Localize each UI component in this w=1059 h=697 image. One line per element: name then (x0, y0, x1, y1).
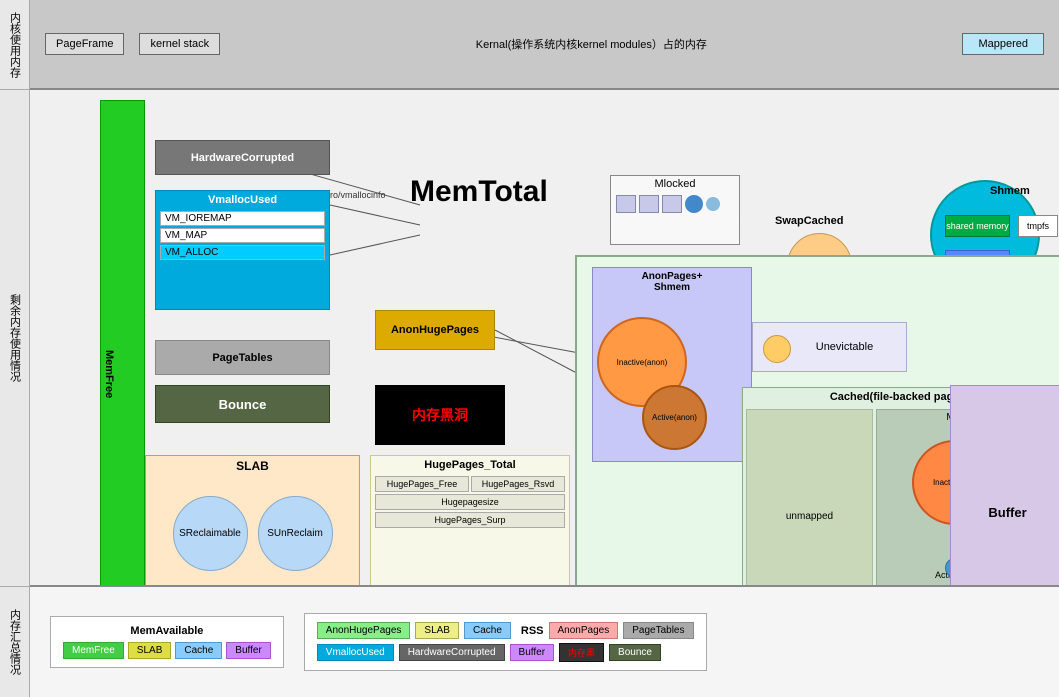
pageframe-box: PageFrame (45, 33, 124, 55)
inner-rss-badge: 内存黑 (559, 643, 604, 662)
mlocked-box: Mlocked (610, 175, 740, 245)
bounce-box: Bounce (155, 385, 330, 423)
unevictable-circle (763, 335, 791, 363)
mlocked-title: Mlocked (611, 176, 739, 192)
memavailable-summary: MemAvailable MemFree SLAB Cache Buffer (50, 616, 284, 668)
anonhugepages-box: AnonHugePages (375, 310, 495, 350)
mlocked-circle1 (685, 195, 703, 213)
pro-vmallocinfo-label: pro/vmallocinfo (325, 190, 386, 200)
vmalloc-title: VmallocUsed (156, 191, 329, 209)
buffer-box: Buffer (950, 385, 1059, 587)
mlocked-rect1 (616, 195, 636, 213)
hugepages-rsvd-item: HugePages_Rsvd (471, 476, 565, 492)
pagetables-rss-badge: PageTables (623, 622, 693, 639)
sunreclaim-circle: SUnReclaim (258, 496, 333, 571)
slab-container: SLAB SReclaimable SUnReclaim (145, 455, 360, 587)
anonhugepages-rss-badge: AnonHugePages (317, 622, 411, 639)
unmapped-box: unmapped (746, 409, 873, 587)
hardware-corrupted-box: HardwareCorrupted (155, 140, 330, 175)
shared-memory-box: shared memory (945, 215, 1010, 237)
hugepages-container: HugePages_Total HugePages_Free HugePages… (370, 455, 570, 587)
summary-memory-label: 内存汇总情况 (0, 587, 29, 697)
vm-ioremap-item: VM_IOREMAP (160, 211, 325, 226)
rss-row2: VmallocUsed HardwareCorrupted Buffer 内存黑… (317, 643, 694, 662)
buffer-badge: Buffer (226, 642, 271, 659)
slab-badge: SLAB (128, 642, 172, 659)
hugepagesize-item: Hugepagesize (375, 494, 565, 510)
sreclaimable-circle: SReclaimable (173, 496, 248, 571)
tmpfs-box: tmpfs (1018, 215, 1058, 237)
active-anon-circle: Active(anon) (642, 385, 707, 450)
slab-title: SLAB (146, 456, 359, 476)
memfree-bar (100, 100, 145, 587)
inner-memory-box: 内存黑洞 (375, 385, 505, 445)
mlocked-rect2 (639, 195, 659, 213)
vmallocused-rss-badge: VmallocUsed (317, 644, 394, 661)
kernel-memory-label: 内核使用内存 (0, 0, 29, 90)
vmalloc-used-box: VmallocUsed VM_IOREMAP VM_MAP VM_ALLOC (155, 190, 330, 310)
content-area: PageFrame kernel stack Kernal(操作系统内核kern… (30, 0, 1059, 697)
middle-section: MemFree HardwareCorrupted pro/vmallocinf… (30, 90, 1059, 587)
shmem-title: Shmem (990, 185, 1030, 197)
swapcached-label: SwapCached (775, 215, 843, 227)
mlocked-circle2 (706, 197, 720, 211)
left-labels: 内核使用内存 剩余内存使用情况 内存汇总情况 (0, 0, 30, 697)
hugepages-free-item: HugePages_Free (375, 476, 469, 492)
mlocked-rect3 (662, 195, 682, 213)
cache-badge: Cache (175, 642, 222, 659)
page-tables-box: PageTables (155, 340, 330, 375)
remaining-memory-label: 剩余内存使用情况 (0, 90, 29, 587)
buffer-rss-badge: Buffer (510, 644, 555, 661)
kernel-label: Kernal(操作系统内核kernel modules）占的内存 (235, 36, 947, 52)
hugepages-surp-item: HugePages_Surp (375, 512, 565, 528)
slab-rss-badge: SLAB (415, 622, 459, 639)
memavailable-title: MemAvailable (63, 625, 271, 637)
slab-circles: SReclaimable SUnReclaim (146, 496, 359, 571)
hwcorrupted-rss-badge: HardwareCorrupted (399, 644, 505, 661)
hugepages-row1: HugePages_Free HugePages_Rsvd (375, 476, 565, 492)
hugepages-title: HugePages_Total (371, 456, 569, 474)
rss-summary: AnonHugePages SLAB Cache RSS AnonPages P… (304, 613, 707, 671)
cache-rss-badge: Cache (464, 622, 511, 639)
mlocked-shapes (611, 192, 739, 216)
memfree-label: MemFree (103, 350, 115, 398)
memavailable-items: MemFree SLAB Cache Buffer (63, 642, 271, 659)
anonpages-rss-badge: AnonPages (549, 622, 619, 639)
main-container: 内核使用内存 剩余内存使用情况 内存汇总情况 PageFrame kernel … (0, 0, 1059, 697)
rss-row1: AnonHugePages SLAB Cache RSS AnonPages P… (317, 622, 694, 639)
kernelstack-box: kernel stack (139, 33, 220, 55)
top-section: PageFrame kernel stack Kernal(操作系统内核kern… (30, 0, 1059, 90)
mappered-box: Mappered (962, 33, 1044, 55)
unevictable-box: Unevictable (752, 322, 907, 372)
vm-alloc-item: VM_ALLOC (160, 245, 325, 260)
bottom-section: MemAvailable MemFree SLAB Cache Buffer A… (30, 587, 1059, 697)
memtotal-label: MemTotal (410, 175, 548, 209)
memfree-badge: MemFree (63, 642, 124, 659)
anonpages-title: AnonPages+Shmem (593, 268, 751, 296)
vm-map-item: VM_MAP (160, 228, 325, 243)
rss-label: RSS (521, 625, 544, 637)
bounce-rss-badge: Bounce (609, 644, 661, 661)
